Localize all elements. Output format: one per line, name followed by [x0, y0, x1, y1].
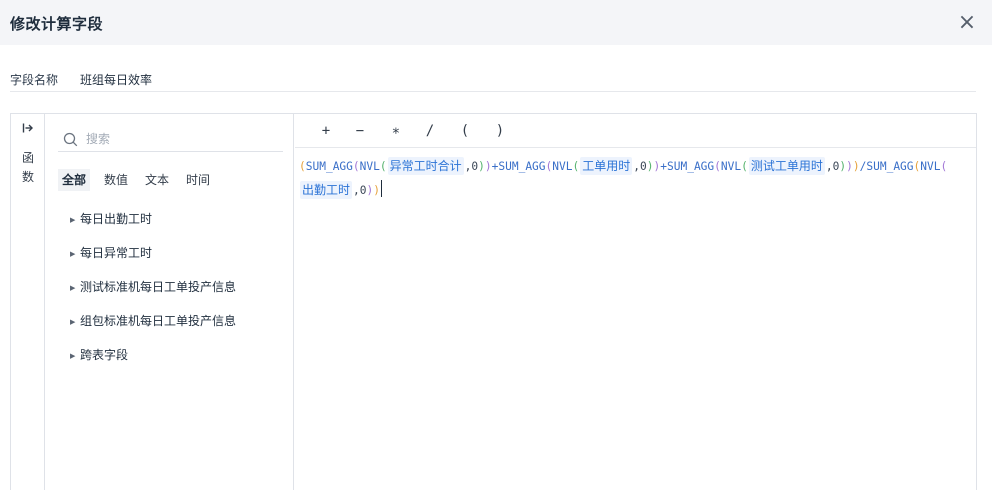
- formula-paren: ): [478, 160, 485, 173]
- formula-field-chip[interactable]: 异常工时合计: [387, 157, 464, 175]
- function-panel-toggle[interactable]: 函数: [11, 114, 45, 490]
- tree-item-label: 组包标准机每日工单投产信息: [80, 314, 237, 328]
- field-name-row: 字段名称 班组每日效率: [10, 66, 976, 92]
- expand-arrow-icon[interactable]: ▶: [70, 210, 80, 230]
- tree-item-label: 跨表字段: [80, 348, 129, 362]
- plus-button[interactable]: +: [316, 122, 336, 140]
- tree-item-test-machine[interactable]: ▶ 测试标准机每日工单投产信息: [70, 277, 236, 297]
- collapse-arrow-icon[interactable]: [22, 122, 34, 137]
- tab-all[interactable]: 全部: [58, 169, 91, 191]
- right-paren-button[interactable]: ): [490, 122, 510, 140]
- formula-function: NVL: [552, 160, 573, 173]
- formula-function: NVL: [920, 160, 941, 173]
- function-panel: 全部 数值 文本 时间 ▶每日出勤工时 ▶每日异常工时 ▶测试标准机每日工单投产…: [46, 114, 294, 490]
- formula-paren: (: [379, 160, 387, 173]
- formula-function: SUM_AGG: [498, 160, 546, 173]
- operator-bar: + − ∗ / ( ): [295, 114, 976, 148]
- formula-panel: + − ∗ / ( ) (SUM_AGG(NVL(异常工时合计 ,0))+SUM_…: [295, 114, 976, 490]
- dialog-header: 修改计算字段 ×: [0, 0, 992, 45]
- search-box: [58, 126, 283, 152]
- tree-item-abnormal[interactable]: ▶ 每日异常工时: [70, 243, 152, 263]
- formula-operator: +: [660, 160, 667, 173]
- formula-number: ,0: [353, 184, 367, 197]
- tree-item-attendance[interactable]: ▶ 每日出勤工时: [70, 209, 152, 229]
- text-caret: [381, 180, 382, 197]
- close-icon[interactable]: ×: [954, 10, 980, 36]
- formula-paren: (: [940, 160, 948, 173]
- formula-function: SUM_AGG: [866, 160, 914, 173]
- formula-paren: (: [299, 160, 306, 173]
- tree-item-label: 每日出勤工时: [80, 212, 153, 226]
- field-name-label: 字段名称: [10, 73, 59, 87]
- formula-number: ,0: [464, 160, 479, 173]
- formula-editor: 函数 全部 数值 文本 时间 ▶每日出勤工时 ▶每日异常工时 ▶测试标准机每日工…: [10, 113, 977, 490]
- search-input[interactable]: [86, 129, 276, 149]
- tab-number[interactable]: 数值: [104, 169, 128, 191]
- formula-paren: (: [352, 160, 360, 173]
- multiply-button[interactable]: ∗: [386, 122, 406, 140]
- function-panel-label: 函数: [21, 151, 34, 184]
- expand-arrow-icon[interactable]: ▶: [70, 312, 80, 332]
- expand-arrow-icon[interactable]: ▶: [70, 346, 80, 366]
- tab-time[interactable]: 时间: [186, 169, 210, 191]
- formula-function: NVL: [359, 160, 380, 173]
- formula-paren: ): [646, 160, 654, 173]
- tree-item-pack-machine[interactable]: ▶ 组包标准机每日工单投产信息: [70, 311, 236, 331]
- tree-item-label: 每日异常工时: [80, 246, 153, 260]
- formula-paren: (: [714, 160, 721, 173]
- left-paren-button[interactable]: (: [455, 122, 475, 140]
- field-name-input[interactable]: 班组每日效率: [80, 71, 152, 88]
- formula-input[interactable]: (SUM_AGG(NVL(异常工时合计 ,0))+SUM_AGG(NVL(工单用时…: [299, 155, 971, 203]
- formula-field-chip[interactable]: 测试工单用时: [748, 157, 825, 175]
- formula-field-chip[interactable]: 出勤工时: [300, 181, 353, 199]
- tree-item-label: 测试标准机每日工单投产信息: [80, 280, 237, 294]
- tab-text[interactable]: 文本: [145, 169, 169, 191]
- formula-paren: ): [484, 160, 492, 173]
- formula-field-chip[interactable]: 工单用时: [580, 157, 633, 175]
- formula-paren: ): [373, 184, 380, 197]
- formula-function: SUM_AGG: [305, 160, 353, 173]
- formula-function: SUM_AGG: [667, 160, 715, 173]
- search-icon: [63, 132, 78, 147]
- formula-paren: (: [741, 160, 748, 173]
- formula-number: ,0: [825, 160, 840, 173]
- tree-item-cross-table[interactable]: ▶ 跨表字段: [70, 345, 128, 365]
- minus-button[interactable]: −: [350, 122, 370, 140]
- formula-paren: ): [846, 160, 853, 173]
- formula-paren: ): [852, 160, 860, 173]
- expand-arrow-icon[interactable]: ▶: [70, 278, 80, 298]
- expand-arrow-icon[interactable]: ▶: [70, 244, 80, 264]
- formula-number: ,0: [633, 160, 647, 173]
- dialog-title: 修改计算字段: [10, 15, 104, 33]
- formula-paren: (: [572, 160, 580, 173]
- divide-button[interactable]: /: [420, 122, 440, 140]
- formula-function: NVL: [720, 160, 742, 173]
